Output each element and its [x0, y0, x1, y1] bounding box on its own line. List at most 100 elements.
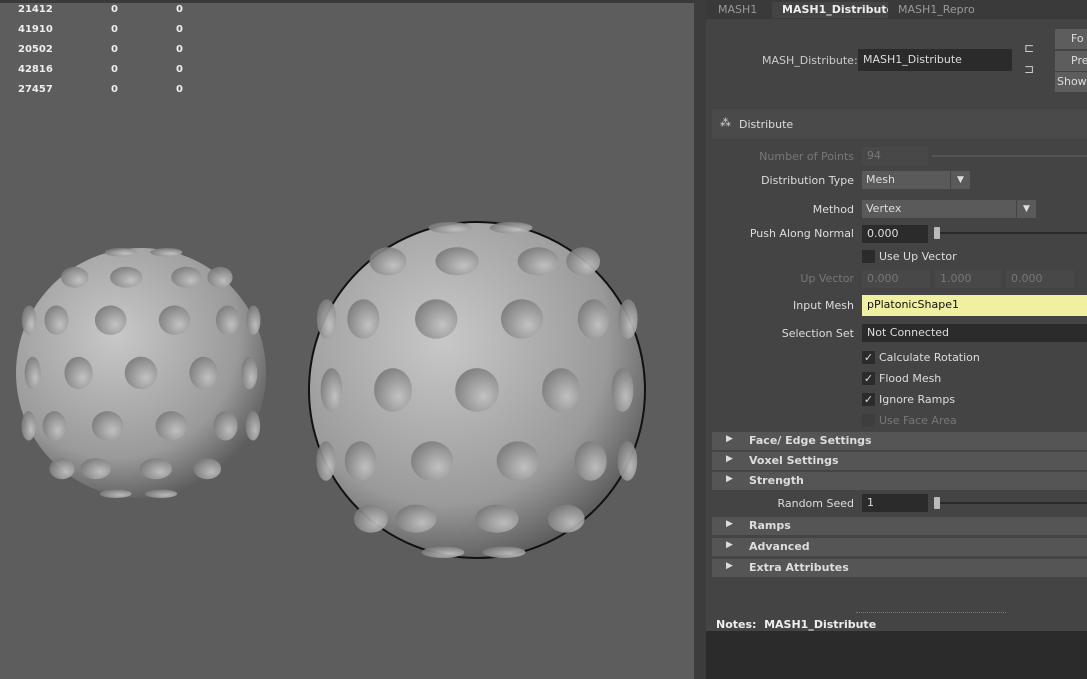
presets-button[interactable]: Pre: [1055, 51, 1087, 71]
dist-type-value: Mesh: [866, 173, 895, 186]
dimple: [410, 441, 454, 481]
expand-icon: ▶: [726, 474, 733, 484]
dimple: [475, 504, 519, 533]
dimple: [496, 441, 539, 481]
dimple: [566, 247, 601, 276]
dimple: [49, 458, 75, 480]
push-slider[interactable]: [934, 232, 1087, 234]
dimple: [577, 299, 610, 339]
method-dropdown[interactable]: Vertex ▼: [862, 200, 1036, 218]
large-golf-ball[interactable]: [308, 221, 646, 559]
dimple: [124, 356, 158, 390]
dimple: [316, 441, 336, 481]
ignore-ramps-label: Ignore Ramps: [879, 393, 956, 406]
use-face-area-label: Use Face Area: [879, 414, 957, 427]
calc-rotation-checkbox[interactable]: ✓: [862, 351, 875, 364]
tab-mash1-repro[interactable]: MASH1_Repro: [888, 2, 985, 18]
dimple: [155, 411, 188, 441]
dimple: [241, 356, 258, 390]
dimple: [44, 305, 69, 335]
show-button[interactable]: Show: [1055, 72, 1087, 92]
chevron-down-icon: ▼: [950, 171, 970, 189]
distribute-node-icon: ⁂: [720, 116, 731, 129]
use-up-vector-checkbox[interactable]: [862, 250, 875, 263]
ignore-ramps-checkbox[interactable]: ✓: [862, 393, 875, 406]
dimple: [189, 356, 218, 390]
dimple: [21, 305, 37, 335]
expand-icon: ▶: [726, 434, 733, 444]
push-field[interactable]: 0.000: [862, 225, 928, 243]
dimple: [395, 504, 437, 533]
dimple: [344, 441, 377, 481]
expand-icon: ▶: [726, 454, 733, 464]
dimple: [500, 299, 544, 339]
output-connection-icon[interactable]: ⊐: [1024, 62, 1034, 76]
flood-mesh-label: Flood Mesh: [879, 372, 942, 385]
section-face-edge[interactable]: ▶ Face/ Edge Settings: [712, 432, 1087, 450]
notes-textarea[interactable]: [706, 631, 1087, 679]
dist-type-dropdown[interactable]: Mesh ▼: [862, 171, 970, 189]
tab-mash1-distribute[interactable]: MASH1_Distribute: [772, 2, 905, 18]
dimple: [435, 247, 479, 276]
dimple: [171, 266, 202, 288]
dimple: [320, 368, 343, 412]
use-up-vector-label: Use Up Vector: [879, 250, 957, 263]
flood-mesh-checkbox[interactable]: ✓: [862, 372, 875, 385]
dimple: [547, 504, 585, 533]
section-strength[interactable]: ▶ Strength: [712, 472, 1087, 490]
up-vector-label: Up Vector: [800, 272, 854, 285]
random-seed-slider-handle[interactable]: [934, 497, 940, 509]
use-face-area-checkbox: [862, 414, 875, 427]
panel-splitter[interactable]: [694, 0, 706, 679]
random-seed-slider[interactable]: [934, 502, 1087, 504]
viewport[interactable]: 21412 0 0 41910 0 0 20502 0 0 42816 0 0 27457 0 0: [0, 0, 694, 679]
dimple: [617, 441, 638, 481]
dimple: [139, 458, 172, 480]
small-golf-ball[interactable]: [16, 248, 266, 498]
dimple: [42, 411, 67, 441]
random-seed-label: Random Seed: [777, 497, 854, 510]
section-label: Ramps: [749, 519, 791, 532]
dimple: [64, 356, 93, 390]
dimple: [24, 356, 41, 390]
chevron-down-icon: ▼: [1016, 200, 1036, 218]
dimple: [150, 248, 183, 257]
section-voxel[interactable]: ▶ Voxel Settings: [712, 452, 1087, 470]
dimple: [213, 411, 238, 441]
dimple: [618, 299, 638, 339]
dimple: [542, 368, 580, 412]
num-points-label: Number of Points: [759, 150, 854, 163]
section-label: Voxel Settings: [749, 454, 839, 467]
input-connection-icon[interactable]: ⊏: [1024, 41, 1034, 55]
dimple: [489, 222, 533, 234]
section-advanced[interactable]: ▶ Advanced: [712, 538, 1087, 556]
dimple: [80, 458, 111, 480]
selection-set-field[interactable]: Not Connected: [862, 324, 1087, 342]
scene[interactable]: [0, 0, 694, 679]
dimple: [347, 299, 380, 339]
section-ramps[interactable]: ▶ Ramps: [712, 517, 1087, 535]
method-label: Method: [812, 203, 854, 216]
focus-button[interactable]: Fo: [1055, 29, 1087, 49]
dimple: [207, 266, 233, 288]
up-vector-y: 1.000: [935, 270, 1001, 288]
dimple: [428, 222, 472, 234]
dimple: [91, 411, 124, 441]
dimple: [215, 305, 240, 335]
input-mesh-field[interactable]: pPlatonicShape1: [862, 295, 1087, 316]
section-title: Distribute: [739, 118, 794, 131]
dimple: [316, 299, 337, 339]
num-points-slider: [932, 155, 1087, 157]
section-label: Extra Attributes: [749, 561, 849, 574]
dimple: [110, 266, 143, 288]
tab-mash1[interactable]: MASH1: [708, 2, 768, 18]
random-seed-field[interactable]: 1: [862, 494, 928, 512]
push-slider-handle[interactable]: [934, 227, 940, 239]
dimple: [415, 299, 458, 339]
section-label: Face/ Edge Settings: [749, 434, 872, 447]
dimple: [99, 489, 132, 498]
node-name-field[interactable]: MASH1_Distribute: [858, 49, 1012, 71]
notes-splitter[interactable]: [856, 612, 1006, 613]
calc-rotation-label: Calculate Rotation: [879, 351, 980, 364]
section-extra-attributes[interactable]: ▶ Extra Attributes: [712, 559, 1087, 577]
